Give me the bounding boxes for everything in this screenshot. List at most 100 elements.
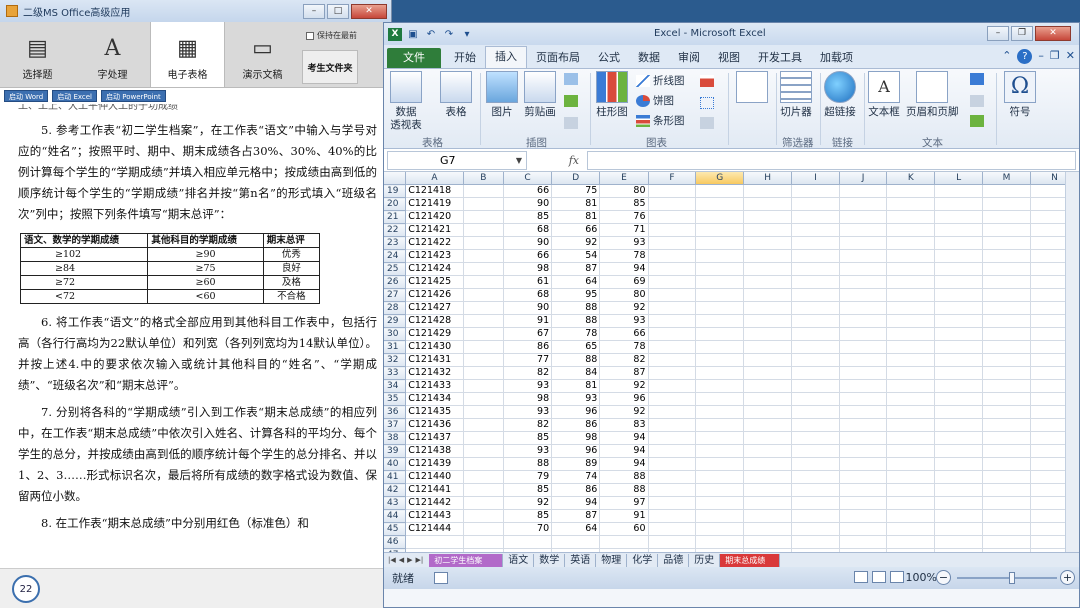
last-sheet-icon[interactable]: ▶| — [416, 556, 424, 564]
cell[interactable] — [695, 327, 745, 342]
cell[interactable] — [886, 262, 936, 277]
cell[interactable] — [982, 470, 1031, 485]
launch-excel-button[interactable]: 启动 Excel — [52, 90, 97, 102]
cell[interactable] — [791, 379, 840, 394]
cell[interactable] — [982, 548, 1031, 552]
smartart-button[interactable] — [564, 95, 581, 107]
column-header[interactable]: L — [934, 172, 984, 186]
cell[interactable]: 88 — [551, 353, 601, 368]
cell[interactable] — [648, 366, 697, 381]
cell[interactable]: C121439 — [405, 457, 464, 472]
cell[interactable]: 87 — [599, 366, 649, 381]
row-header[interactable]: 32 — [384, 353, 407, 368]
sheet-tab[interactable]: 历史 — [689, 553, 721, 567]
cell[interactable]: 83 — [599, 418, 649, 433]
cell[interactable] — [648, 262, 697, 277]
other-chart-button[interactable] — [700, 117, 717, 129]
cell[interactable] — [743, 470, 793, 485]
cell[interactable] — [743, 535, 793, 550]
cell[interactable]: C121429 — [405, 327, 464, 342]
cell[interactable] — [648, 353, 697, 368]
help-icon[interactable]: ? — [1017, 49, 1033, 64]
cell[interactable]: C121443 — [405, 509, 464, 524]
cell[interactable] — [982, 314, 1031, 329]
column-header[interactable]: D — [551, 172, 601, 186]
cell[interactable] — [791, 457, 840, 472]
tab-file[interactable]: 文件 — [387, 48, 441, 68]
sparkline-button[interactable] — [736, 71, 768, 106]
row-header[interactable]: 44 — [384, 509, 407, 524]
cell[interactable]: C121423 — [405, 249, 464, 264]
cell[interactable] — [463, 262, 504, 277]
cell[interactable] — [982, 210, 1031, 225]
cell[interactable] — [463, 184, 504, 199]
cell[interactable] — [982, 288, 1031, 303]
save-icon[interactable]: ▣ — [406, 28, 420, 41]
cell[interactable]: 65 — [551, 340, 601, 355]
nav-word[interactable]: A 字处理 — [75, 22, 150, 87]
cell[interactable]: 69 — [599, 275, 649, 290]
cell[interactable] — [695, 418, 745, 433]
cell[interactable] — [982, 249, 1031, 264]
cell[interactable] — [695, 379, 745, 394]
cell[interactable] — [648, 314, 697, 329]
column-chart-button[interactable]: 柱形图 — [596, 71, 628, 119]
cell[interactable] — [982, 483, 1031, 498]
cell[interactable] — [648, 470, 697, 485]
cell[interactable] — [648, 535, 697, 550]
column-header[interactable]: I — [791, 172, 840, 186]
nav-spreadsheet[interactable]: ▦ 电子表格 — [150, 22, 225, 87]
cell[interactable] — [463, 301, 504, 316]
cell[interactable] — [743, 483, 793, 498]
cell[interactable] — [886, 522, 936, 537]
cell[interactable] — [934, 340, 984, 355]
cell[interactable] — [503, 548, 553, 552]
cell[interactable]: 66 — [503, 249, 553, 264]
cell[interactable] — [934, 444, 984, 459]
row-header[interactable]: 33 — [384, 366, 407, 381]
cell[interactable] — [839, 262, 888, 277]
cell[interactable]: C121440 — [405, 470, 464, 485]
cell[interactable] — [463, 470, 504, 485]
cell[interactable] — [791, 509, 840, 524]
cell[interactable]: 93 — [599, 236, 649, 251]
cell[interactable] — [934, 418, 984, 433]
cell[interactable]: C121434 — [405, 392, 464, 407]
cell[interactable] — [695, 496, 745, 511]
header-footer-button[interactable]: 页眉和页脚 — [906, 71, 959, 119]
zoom-level[interactable]: 100% — [906, 571, 937, 584]
cell[interactable] — [934, 509, 984, 524]
cell[interactable] — [695, 236, 745, 251]
cell[interactable] — [463, 236, 504, 251]
cell[interactable]: C121438 — [405, 444, 464, 459]
row-header[interactable]: 27 — [384, 288, 407, 303]
cell[interactable]: 66 — [599, 327, 649, 342]
normal-view-icon[interactable] — [854, 571, 868, 583]
cell[interactable] — [934, 405, 984, 420]
cell[interactable]: 89 — [551, 457, 601, 472]
sheet-tab[interactable]: 品德 — [658, 553, 690, 567]
row-header[interactable]: 21 — [384, 210, 407, 225]
cell[interactable]: C121419 — [405, 197, 464, 212]
vertical-scrollbar[interactable] — [1065, 172, 1079, 552]
cell[interactable] — [463, 444, 504, 459]
cell[interactable] — [886, 509, 936, 524]
cell[interactable] — [695, 197, 745, 212]
cell[interactable] — [648, 340, 697, 355]
scatter-chart-button[interactable] — [700, 97, 717, 109]
cell[interactable]: 92 — [599, 405, 649, 420]
cell[interactable] — [791, 288, 840, 303]
cell[interactable]: 68 — [503, 223, 553, 238]
zoom-slider-handle[interactable] — [1009, 572, 1015, 584]
pie-chart-button[interactable]: 饼图 — [636, 93, 674, 108]
cell[interactable] — [982, 509, 1031, 524]
cell[interactable] — [886, 340, 936, 355]
object-button[interactable] — [970, 115, 987, 127]
row-header[interactable]: 37 — [384, 418, 407, 433]
row-header[interactable]: 45 — [384, 522, 407, 537]
launch-word-button[interactable]: 启动 Word — [4, 90, 49, 102]
sheet-tab[interactable]: 化学 — [627, 553, 659, 567]
cell[interactable] — [839, 301, 888, 316]
cell[interactable]: C121425 — [405, 275, 464, 290]
cell[interactable] — [405, 548, 464, 552]
